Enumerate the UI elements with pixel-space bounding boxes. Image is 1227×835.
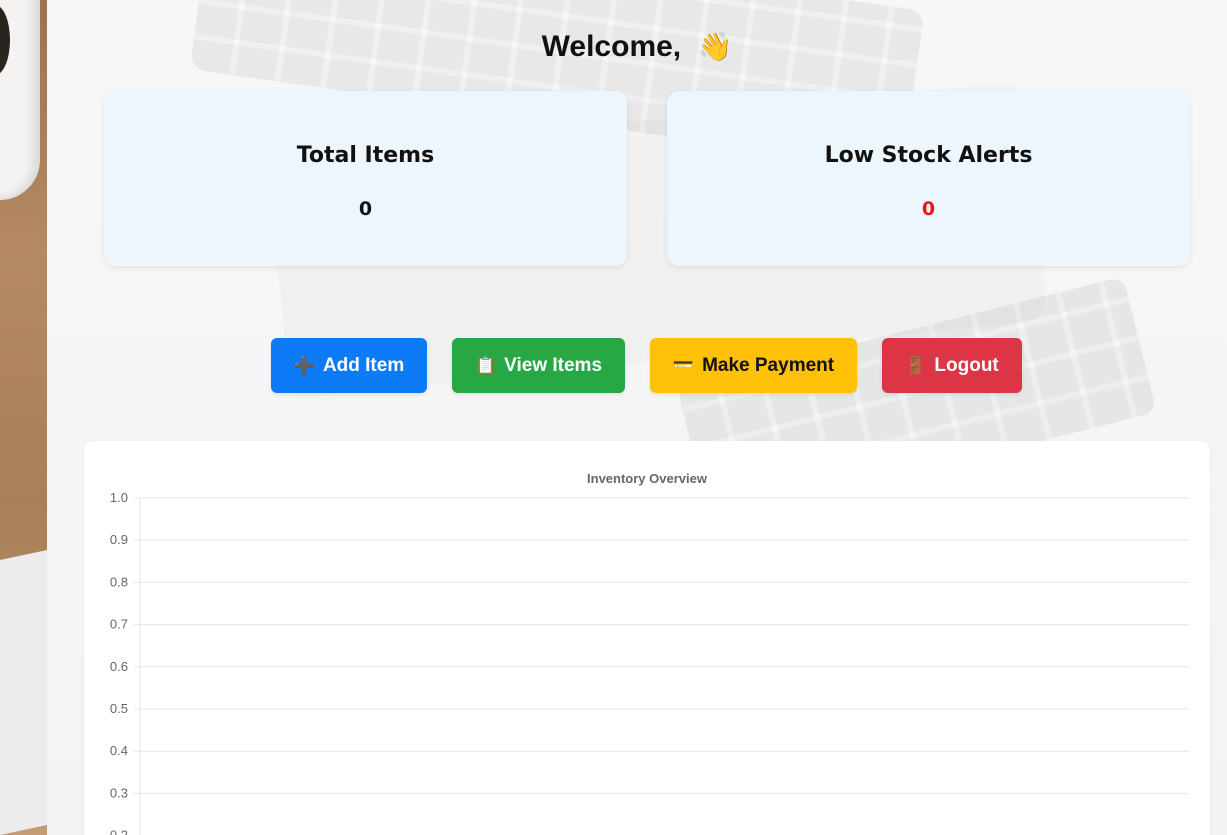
clipboard-icon: 📋 xyxy=(474,355,497,375)
y-tick-label: 0.2 xyxy=(110,828,128,835)
y-tick-label: 0.6 xyxy=(110,659,128,674)
total-items-value: 0 xyxy=(358,198,373,220)
logout-button[interactable]: 🚪 Logout xyxy=(882,338,1022,393)
view-items-label: View Items xyxy=(504,354,603,376)
inventory-chart-card: Inventory Overview 1.0 0.9 0.8 0.7 0.6 0.5 0.4… xyxy=(84,441,1210,835)
add-item-button[interactable]: ➕ Add Item xyxy=(271,338,427,393)
low-stock-card: Low Stock Alerts 0 xyxy=(667,91,1190,266)
y-tick-label: 0.5 xyxy=(110,701,128,716)
plus-icon: ➕ xyxy=(293,355,315,375)
make-payment-button[interactable]: 💳 Make Payment xyxy=(650,338,857,393)
y-tick-label: 0.9 xyxy=(110,532,128,547)
welcome-text: Welcome, xyxy=(541,30,682,63)
view-items-button[interactable]: 📋 View Items xyxy=(452,338,625,393)
waving-hand-icon: 👋 xyxy=(697,31,733,62)
low-stock-label: Low Stock Alerts xyxy=(824,143,1033,168)
credit-card-icon: 💳 xyxy=(672,355,695,375)
add-item-label: Add Item xyxy=(322,354,405,376)
dashboard-page: Welcome, 👋 Total Items 0 Low Stock Alert… xyxy=(47,0,1227,835)
y-tick-label: 1.0 xyxy=(110,490,128,505)
y-tick-label: 0.7 xyxy=(110,617,128,632)
welcome-heading: Welcome, 👋 xyxy=(47,30,1227,64)
logout-label: Logout xyxy=(934,354,999,376)
y-tick-label: 0.3 xyxy=(110,785,128,800)
total-items-label: Total Items xyxy=(296,143,435,168)
y-tick-label: 0.8 xyxy=(110,574,128,589)
inventory-chart: 1.0 0.9 0.8 0.7 0.6 0.5 0.4 0.3 0.2 xyxy=(110,490,1189,835)
y-tick-label: 0.4 xyxy=(110,743,128,758)
total-items-card: Total Items 0 xyxy=(104,91,627,266)
low-stock-value: 0 xyxy=(921,198,936,220)
door-icon: 🚪 xyxy=(905,355,927,375)
make-payment-label: Make Payment xyxy=(702,354,835,376)
